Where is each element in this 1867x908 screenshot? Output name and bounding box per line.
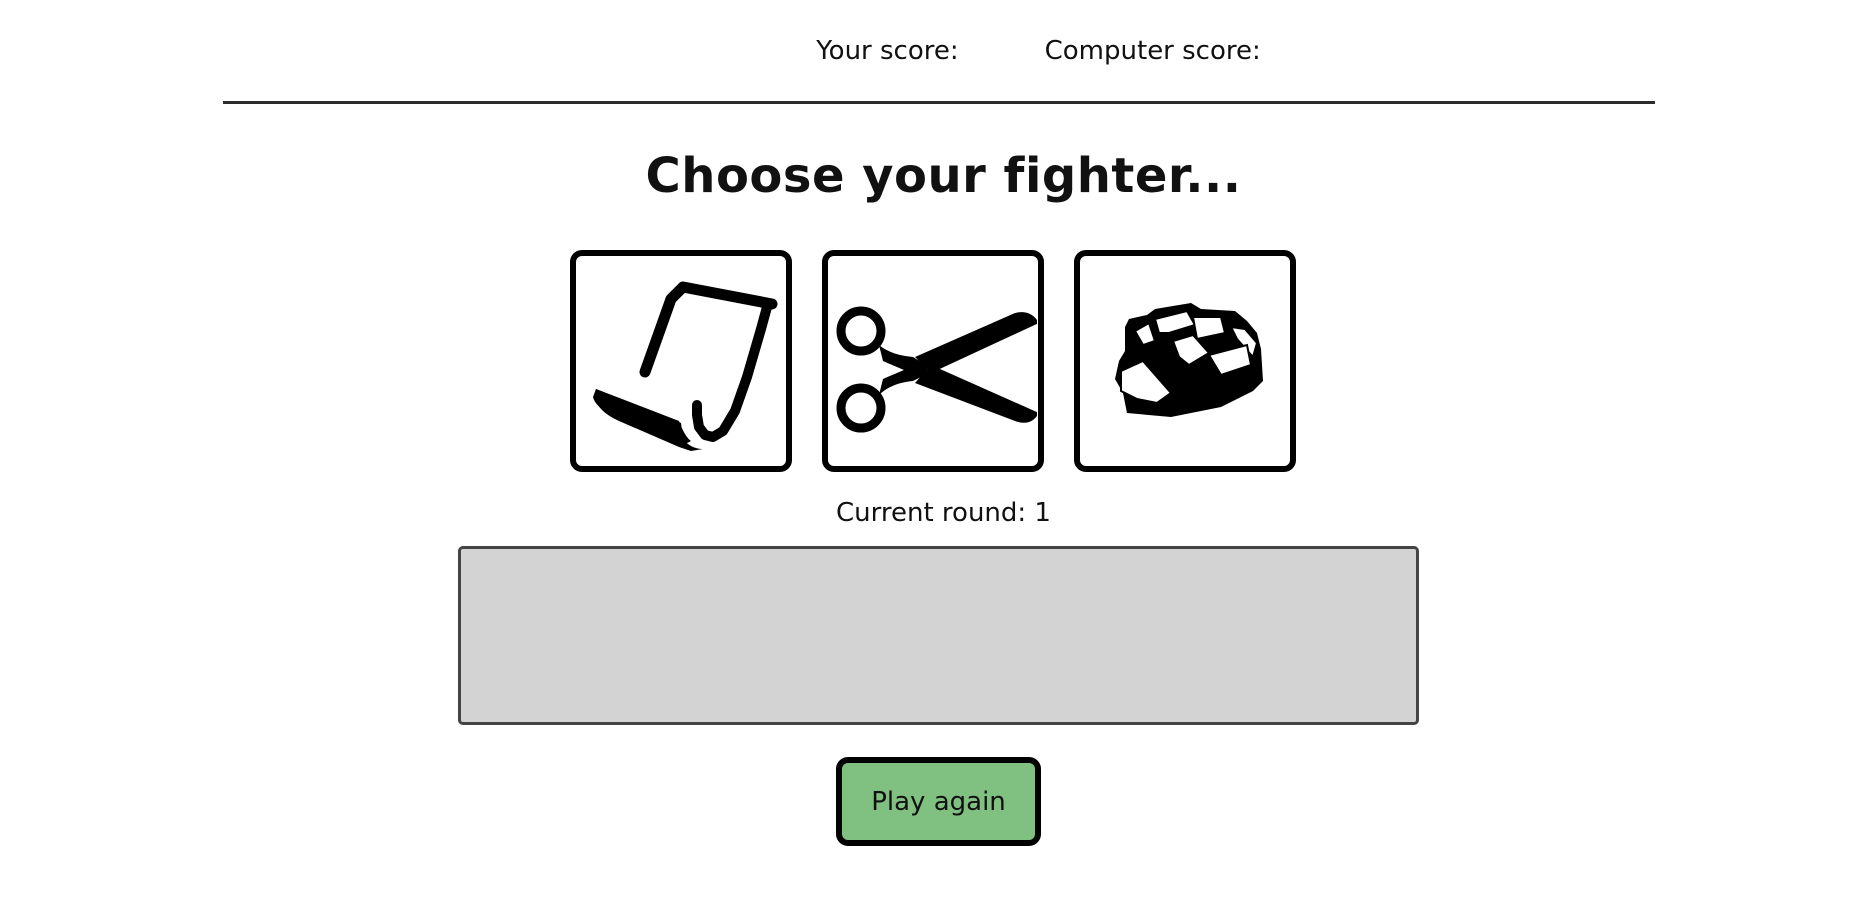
header-divider	[223, 101, 1655, 104]
current-round: Current round: 1	[836, 498, 1051, 528]
rock-button[interactable]	[1074, 250, 1296, 472]
page-title: Choose your fighter...	[645, 148, 1242, 204]
computer-score-label: Computer score:	[1044, 36, 1261, 66]
fighter-options	[570, 250, 1296, 472]
play-again-button[interactable]: Play again	[836, 757, 1041, 846]
player-score: Your score:	[816, 36, 968, 66]
game-page: Your score: Computer score: Choose your …	[0, 0, 1867, 908]
result-display	[458, 546, 1419, 725]
computer-score: Computer score:	[1045, 36, 1271, 66]
scissors-icon	[836, 306, 1037, 433]
paper-button[interactable]	[570, 250, 792, 472]
paper-icon	[593, 281, 779, 451]
scissors-button[interactable]	[822, 250, 1044, 472]
scoreboard: Your score: Computer score:	[110, 36, 1867, 66]
rock-icon	[1115, 303, 1263, 417]
player-score-label: Your score:	[816, 36, 959, 66]
